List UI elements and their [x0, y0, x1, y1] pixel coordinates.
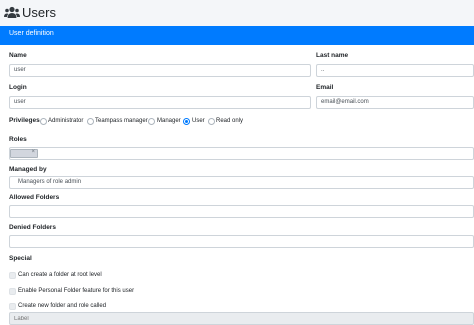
privilege-manager-label: Manager: [157, 118, 181, 124]
privilege-teampass-manager-radio[interactable]: [87, 118, 94, 125]
new-folder-label-input[interactable]: [9, 312, 474, 325]
privilege-teampass-manager-label: Teampass manager: [95, 118, 148, 124]
email-label: Email: [316, 84, 334, 91]
lastname-input[interactable]: ..: [316, 64, 474, 77]
managed-by-select[interactable]: Managers of role admin: [9, 176, 474, 189]
users-icon: [4, 6, 20, 18]
denied-folders-label: Denied Folders: [9, 224, 56, 231]
privileges-label: Privileges: [9, 117, 40, 124]
card-header: User definition: [0, 26, 474, 45]
privilege-user-label: User: [192, 118, 205, 124]
allowed-folders-select[interactable]: [9, 205, 474, 218]
card-title: User definition: [9, 30, 54, 37]
privilege-readonly-label: Read only: [216, 118, 244, 124]
chip-remove-icon[interactable]: ×: [31, 149, 35, 155]
role-chip[interactable]: ×: [10, 149, 38, 158]
page-title: Users: [22, 5, 56, 20]
allowed-folders-label: Allowed Folders: [9, 194, 60, 201]
roles-select[interactable]: [9, 147, 474, 160]
privilege-readonly-radio[interactable]: [208, 118, 215, 125]
managed-by-label: Managed by: [9, 166, 47, 173]
privilege-administrator-radio[interactable]: [40, 118, 47, 125]
lastname-label: Last name: [316, 52, 349, 59]
special-label: Special: [9, 255, 32, 262]
privilege-administrator-label: Administrator: [48, 118, 84, 124]
personal-folder-label: Enable Personal Folder feature for this …: [18, 288, 135, 294]
personal-folder-checkbox[interactable]: [9, 288, 16, 295]
name-label: Name: [9, 52, 27, 59]
create-folder-role-checkbox[interactable]: [9, 303, 16, 310]
page-header: Users: [0, 0, 474, 26]
root-folder-checkbox[interactable]: [9, 272, 16, 279]
login-label: Login: [9, 84, 27, 91]
privilege-user-radio[interactable]: [183, 118, 190, 125]
email-input[interactable]: email@email.com: [316, 96, 474, 109]
login-input[interactable]: user: [9, 96, 311, 109]
name-input[interactable]: user: [9, 64, 311, 77]
create-folder-role-label: Create new folder and role called: [18, 303, 107, 309]
denied-folders-select[interactable]: [9, 235, 474, 248]
privilege-manager-radio[interactable]: [148, 118, 155, 125]
root-folder-label: Can create a folder at root level: [18, 272, 102, 278]
roles-label: Roles: [9, 136, 27, 143]
